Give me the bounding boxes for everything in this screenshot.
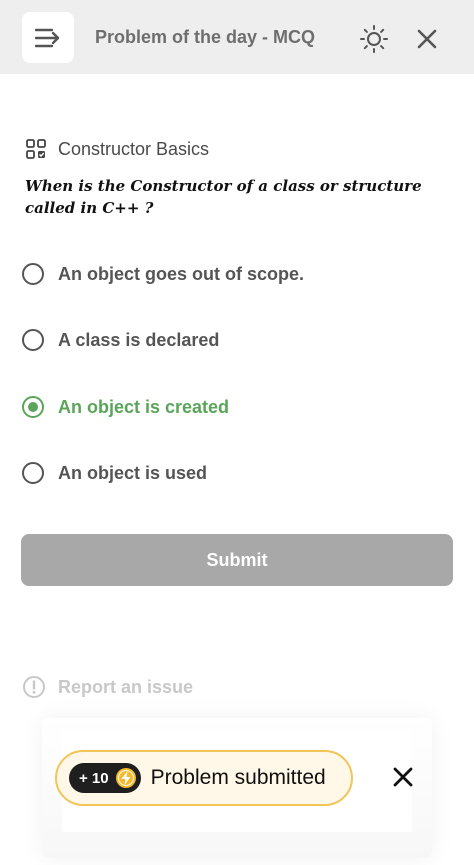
menu-button[interactable] — [22, 12, 74, 63]
close-icon — [393, 767, 413, 787]
theme-toggle-button[interactable] — [359, 24, 389, 54]
option-1[interactable]: An object goes out of scope. — [22, 259, 442, 289]
top-bar: Problem of the day - MCQ — [0, 0, 474, 74]
submit-button[interactable]: Submit — [21, 534, 453, 586]
grid-icon — [26, 139, 46, 159]
topic-row: Constructor Basics — [25, 136, 209, 162]
option-label: An object is used — [58, 462, 208, 483]
option-label: A class is declared — [58, 329, 220, 350]
sun-icon — [360, 25, 388, 53]
report-issue-label: Report an issue — [58, 676, 194, 697]
toast-close-button[interactable] — [392, 766, 414, 788]
menu-collapse-icon — [35, 28, 60, 48]
radio-button[interactable] — [22, 263, 44, 285]
page-title: Problem of the day - MCQ — [95, 27, 316, 47]
alert-circle-icon — [23, 676, 45, 698]
lightning-icon — [115, 768, 136, 788]
option-3[interactable]: An object is created — [22, 392, 442, 422]
close-icon — [417, 29, 437, 49]
points-value: + 10 — [79, 769, 109, 787]
option-label: An object is created — [58, 396, 230, 417]
radio-button[interactable] — [22, 462, 44, 484]
option-2[interactable]: A class is declared — [22, 325, 442, 355]
option-label: An object goes out of scope. — [58, 263, 305, 284]
radio-button[interactable] — [22, 329, 44, 351]
topic-label: Constructor Basics — [58, 138, 210, 159]
question-text: When is the Constructor of a class or st… — [25, 177, 422, 217]
option-4[interactable]: An object is used — [22, 458, 442, 488]
toast-message: Problem submitted — [150, 766, 326, 789]
points-badge: + 10 — [69, 763, 141, 793]
radio-button-selected[interactable] — [22, 396, 44, 418]
close-button[interactable] — [414, 26, 440, 52]
report-issue-link[interactable]: Report an issue — [22, 674, 193, 700]
submission-toast: + 10 Problem submitted — [55, 750, 353, 806]
